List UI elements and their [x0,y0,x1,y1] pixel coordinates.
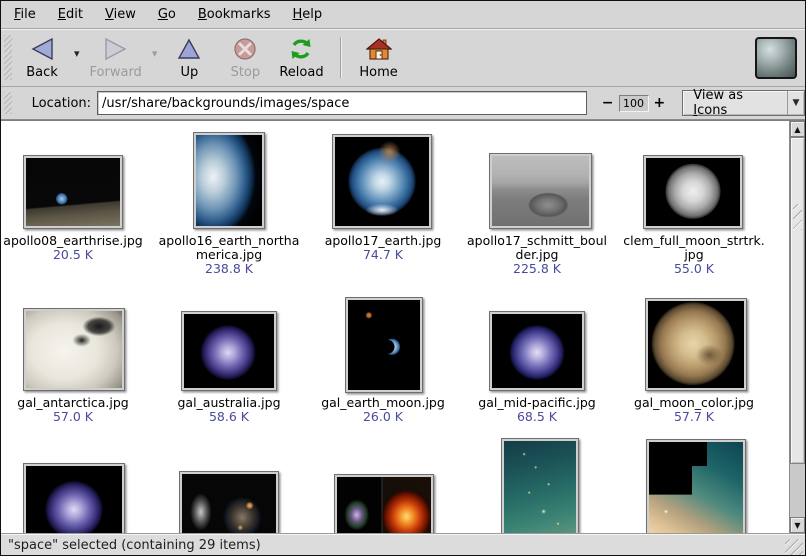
toolbar: Back ▾ Forward ▾ Up Stop [1,29,805,87]
statusbar: "space" selected (containing 29 items) [1,533,805,556]
file-thumbnail-gal-moon-color[interactable] [645,298,747,391]
file-thumbnail-partial-3[interactable] [334,474,434,533]
file-thumbnail-apollo08-earthrise[interactable] [23,155,123,229]
file-label[interactable]: gal_mid-pacific.jpg 68.5 K [462,396,612,424]
galaxy-pair-thumbnail [182,474,276,533]
forward-triangle-icon [103,35,129,63]
file-thumbnail-gal-antarctica[interactable] [23,308,125,391]
file-label[interactable]: gal_moon_color.jpg 57.7 K [619,396,769,424]
file-label[interactable]: apollo17_earth.jpg 74.7 K [308,234,458,262]
earth-crescent-photo-icon [196,135,262,226]
nebula-pair-thumbnail [337,477,431,533]
back-button[interactable]: Back [14,29,70,86]
file-label[interactable]: apollo16_earth_northa merica.jpg 238.8 K [154,234,304,276]
icon-view[interactable]: apollo08_earthrise.jpg 20.5 K apollo16_e… [1,120,805,533]
zoom-in-button[interactable]: + [649,95,671,111]
location-bar: Location: − 100 + View as Icons ▼ [1,87,805,120]
view-as-dropdown[interactable]: View as Icons ▼ [682,90,805,116]
blue-marble-photo-icon [335,137,429,226]
menubar: File Edit View Go Bookmarks Help [1,1,805,29]
file-label[interactable]: gal_antarctica.jpg 57.0 K [1,396,148,424]
scroll-up-icon[interactable]: ▲ [790,121,805,137]
teal-nebula-thumbnail [504,441,576,533]
up-triangle-icon [177,35,201,63]
file-thumbnail-partial-4[interactable] [501,438,579,533]
file-manager-window: File Edit View Go Bookmarks Help Back ▾ … [0,0,806,556]
file-label[interactable]: gal_australia.jpg 58.6 K [154,396,304,424]
zoom-out-button[interactable]: − [597,95,619,111]
antarctica-photo-icon [26,311,122,388]
reload-icon [288,35,314,63]
file-thumbnail-apollo17-earth[interactable] [332,134,432,229]
file-thumbnail-gal-australia[interactable] [181,311,277,391]
menu-edit[interactable]: Edit [47,3,94,26]
zoom-level-indicator: 100 [619,95,649,112]
menu-file[interactable]: File [3,3,47,26]
file-label[interactable]: apollo17_schmitt_boul der.jpg 225.8 K [462,234,612,276]
file-thumbnail-partial-1[interactable] [23,463,125,533]
earthrise-photo-icon [26,158,120,226]
file-label[interactable]: clem_full_moon_strtrk. jpg 55.0 K [619,234,769,276]
toolbar-separator [340,37,341,78]
statusbar-text: "space" selected (containing 29 items) [8,538,261,553]
stop-icon [233,35,257,63]
throbber-globe-icon [755,37,797,79]
chevron-down-icon[interactable]: ▼ [787,91,804,115]
menu-help[interactable]: Help [282,3,334,26]
scrollbar-grip [793,204,802,230]
full-moon-photo-icon [646,158,740,226]
scroll-down-icon[interactable]: ▼ [790,517,805,533]
file-thumbnail-apollo16-earth[interactable] [193,132,265,229]
file-label[interactable]: apollo08_earthrise.jpg 20.5 K [1,234,148,262]
moon-boulder-photo-icon [492,156,589,226]
color-moon-photo-icon [648,301,744,388]
file-thumbnail-clem-full-moon[interactable] [643,155,743,229]
forward-button[interactable]: Forward [84,29,148,86]
menu-bookmarks[interactable]: Bookmarks [187,3,282,26]
file-label[interactable]: gal_earth_moon.jpg 26.0 K [308,396,458,424]
orange-teal-nebula-thumbnail [649,442,743,533]
reload-button[interactable]: Reload [273,29,329,86]
locationbar-drag-handle[interactable] [4,92,12,114]
file-thumbnail-partial-5[interactable] [646,439,746,533]
file-thumbnail-gal-mid-pacific[interactable] [489,311,585,391]
vertical-scrollbar[interactable]: ▲ ▼ [789,121,805,533]
forward-history-dropdown-icon[interactable]: ▾ [148,47,162,60]
earth-globe-photo-icon [184,314,274,388]
home-button[interactable]: Home [351,29,407,86]
stop-button[interactable]: Stop [217,29,273,86]
location-input[interactable] [97,91,587,115]
resize-grip[interactable] [785,539,803,555]
file-thumbnail-partial-2[interactable] [179,471,279,533]
menu-view[interactable]: View [94,3,147,26]
back-triangle-icon [29,35,55,63]
file-thumbnail-apollo17-schmitt-boulder[interactable] [489,153,592,229]
up-button[interactable]: Up [161,29,217,86]
file-thumbnail-gal-earth-moon[interactable] [345,297,423,393]
earth-globe-photo-icon [492,314,582,388]
back-history-dropdown-icon[interactable]: ▾ [70,47,84,60]
toolbar-drag-handle[interactable] [4,35,12,80]
menu-go[interactable]: Go [147,3,187,26]
location-label: Location: [32,96,91,111]
earth-globe-thumbnail [26,466,122,533]
scrollbar-thumb[interactable] [790,137,805,464]
home-icon [366,35,392,63]
earth-and-moon-photo-icon [348,300,420,390]
